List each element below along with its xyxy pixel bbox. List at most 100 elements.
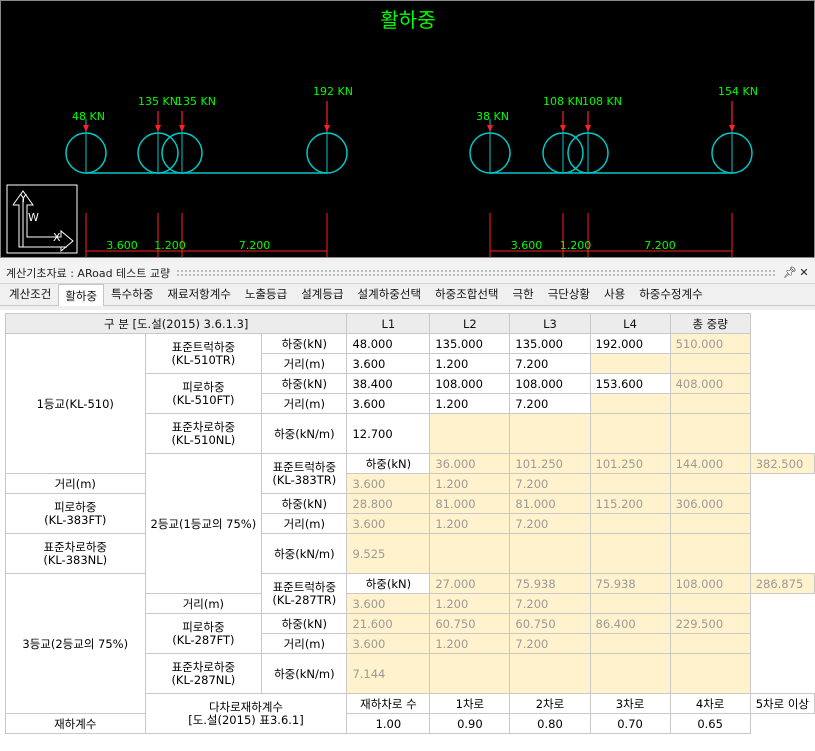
dim-label: 7.200 xyxy=(644,239,676,252)
lane-value: 7.144 xyxy=(346,653,431,694)
load-value[interactable]: 135.000 xyxy=(509,333,591,354)
tab-8[interactable]: 극한 xyxy=(506,282,541,305)
panel-grip[interactable] xyxy=(176,268,777,277)
dist-value[interactable]: 3.600 xyxy=(346,353,431,374)
dist-unit-label: 거리(m) xyxy=(261,393,348,414)
load-label: 38 KN xyxy=(476,110,509,123)
load-label: 108 KN xyxy=(582,95,622,108)
empty-cell xyxy=(669,533,751,574)
total-weight: 286.875 xyxy=(749,573,815,594)
tab-strip: 계산조건 활하중 특수하중 재료저항계수 노출등급 설계등급 설계하중선택 하중조합선택 극한 극… xyxy=(0,284,815,306)
total-weight: 306.000 xyxy=(669,493,751,514)
grade-name: 3등교(2등교의 75%) xyxy=(5,573,146,714)
lane-factor[interactable]: 1.00 xyxy=(346,713,431,734)
dist-value[interactable]: 3.600 xyxy=(346,393,431,414)
truck-group-1: 48 KN 135 KN135 KN 192 KN 3.600 1.200 7.200 xyxy=(65,85,353,257)
empty-cell xyxy=(429,653,511,694)
empty-cell xyxy=(509,653,591,694)
empty-cell xyxy=(429,413,511,454)
load-value: 81.000 xyxy=(509,493,591,514)
axis-w-label: W xyxy=(28,211,39,224)
fatigue-label: 피로하중 (KL-383FT) xyxy=(5,493,146,534)
load-unit-label: 하중(kN) xyxy=(261,373,348,394)
load-value[interactable]: 38.400 xyxy=(346,373,431,394)
load-value: 60.750 xyxy=(429,613,511,634)
arrow-head-icon xyxy=(585,125,591,132)
empty-cell xyxy=(589,393,671,414)
row-label-code: (KL-510NL) xyxy=(171,432,236,447)
load-value: 28.800 xyxy=(346,493,431,514)
load-value: 86.400 xyxy=(589,613,671,634)
load-value: 27.000 xyxy=(429,573,511,594)
tab-0[interactable]: 계산조건 xyxy=(2,282,58,305)
fatigue-label: 피로하중 (KL-287FT) xyxy=(144,613,263,654)
row-label-code: (KL-383TR) xyxy=(272,472,337,487)
load-label: 135 KN xyxy=(176,95,216,108)
tab-2[interactable]: 특수하중 xyxy=(104,282,160,305)
lane-value[interactable]: 12.700 xyxy=(346,413,431,454)
tab-6[interactable]: 설계하중선택 xyxy=(351,282,428,305)
live-load-table: 구 분 [도.설(2015) 3.6.1.3] L1 L2 L3 L4 총 중량 1등교(K… xyxy=(4,313,815,734)
lane-factor[interactable]: 0.70 xyxy=(589,713,671,734)
load-value[interactable]: 135.000 xyxy=(429,333,511,354)
dist-value: 7.200 xyxy=(509,593,591,614)
tab-3[interactable]: 재료저항계수 xyxy=(160,282,237,305)
dim-label: 7.200 xyxy=(239,239,271,252)
load-value[interactable]: 108.000 xyxy=(509,373,591,394)
pin-icon[interactable]: 📌︎ xyxy=(783,266,797,279)
empty-cell xyxy=(589,533,671,574)
load-label: 192 KN xyxy=(313,85,353,98)
load-value: 101.250 xyxy=(509,453,591,474)
empty-cell xyxy=(589,353,671,374)
row-label-code: (KL-510TR) xyxy=(171,352,236,367)
dist-value: 7.200 xyxy=(509,473,591,494)
load-value[interactable]: 48.000 xyxy=(346,333,431,354)
row-label-name: 피로하중 xyxy=(182,619,225,634)
tab-7[interactable]: 하중조합선택 xyxy=(428,282,505,305)
load-value[interactable]: 192.000 xyxy=(589,333,671,354)
lane-factor[interactable]: 0.65 xyxy=(669,713,751,734)
tab-11[interactable]: 하중수정계수 xyxy=(632,282,709,305)
dist-unit-label: 거리(m) xyxy=(144,593,263,614)
row-label-name: 표준차로하중 xyxy=(171,659,236,674)
load-unit-label: 하중(kN) xyxy=(346,453,431,474)
load-value[interactable]: 108.000 xyxy=(429,373,511,394)
dim-label: 1.200 xyxy=(560,239,592,252)
row-label-name: 표준트럭하중 xyxy=(272,579,337,594)
tab-10[interactable]: 사용 xyxy=(597,282,632,305)
table-row: 피로하중 (KL-383FT) 하중(kN) 28.800 81.000 81.000 11… xyxy=(5,493,815,534)
empty-cell xyxy=(589,473,671,494)
table-row: 표준차로하중 (KL-383NL) 하중(kN/m) 9.525 xyxy=(5,533,815,574)
tab-4[interactable]: 노출등급 xyxy=(238,282,294,305)
tab-5[interactable]: 설계등급 xyxy=(294,282,350,305)
dist-value[interactable]: 1.200 xyxy=(429,393,511,414)
load-value: 101.250 xyxy=(589,453,671,474)
empty-cell xyxy=(669,473,751,494)
dist-value: 7.200 xyxy=(509,633,591,654)
live-load-tab-content: 구 분 [도.설(2015) 3.6.1.3] L1 L2 L3 L4 총 중량 1등교(K… xyxy=(0,310,815,751)
load-value: 60.750 xyxy=(509,613,591,634)
empty-cell xyxy=(509,533,591,574)
dist-value[interactable]: 7.200 xyxy=(509,353,591,374)
truck-group-2: 38 KN 108 KN 108 KN 154 KN 3.600 1.200 7.200 xyxy=(469,85,758,257)
lane-label: 표준차로하중 (KL-287NL) xyxy=(144,653,263,694)
close-icon[interactable]: ✕ xyxy=(797,266,811,279)
lane-factor[interactable]: 0.90 xyxy=(429,713,511,734)
tab-1[interactable]: 활하중 xyxy=(58,284,105,306)
dist-value[interactable]: 7.200 xyxy=(509,393,591,414)
lane-factor[interactable]: 0.80 xyxy=(509,713,591,734)
lanes-label: 재하차로 수 xyxy=(346,693,431,714)
arrow-head-icon xyxy=(487,125,493,132)
load-value: 108.000 xyxy=(669,573,751,594)
row-label-name: 다차로재하계수 xyxy=(208,699,283,714)
tab-9[interactable]: 극단상황 xyxy=(541,282,597,305)
dist-value[interactable]: 1.200 xyxy=(429,353,511,374)
load-value: 81.000 xyxy=(429,493,511,514)
arrow-head-icon xyxy=(83,125,89,132)
empty-cell xyxy=(669,353,751,374)
grade-name: 2등교(1등교의 75%) xyxy=(144,453,263,594)
live-load-diagram[interactable]: 활하중 48 KN 135 KN 135 KN 192 KN 3.600 1.200 7.2… xyxy=(0,0,815,258)
header-l2: L2 xyxy=(429,313,511,334)
load-value[interactable]: 153.600 xyxy=(589,373,671,394)
empty-cell xyxy=(589,593,671,614)
